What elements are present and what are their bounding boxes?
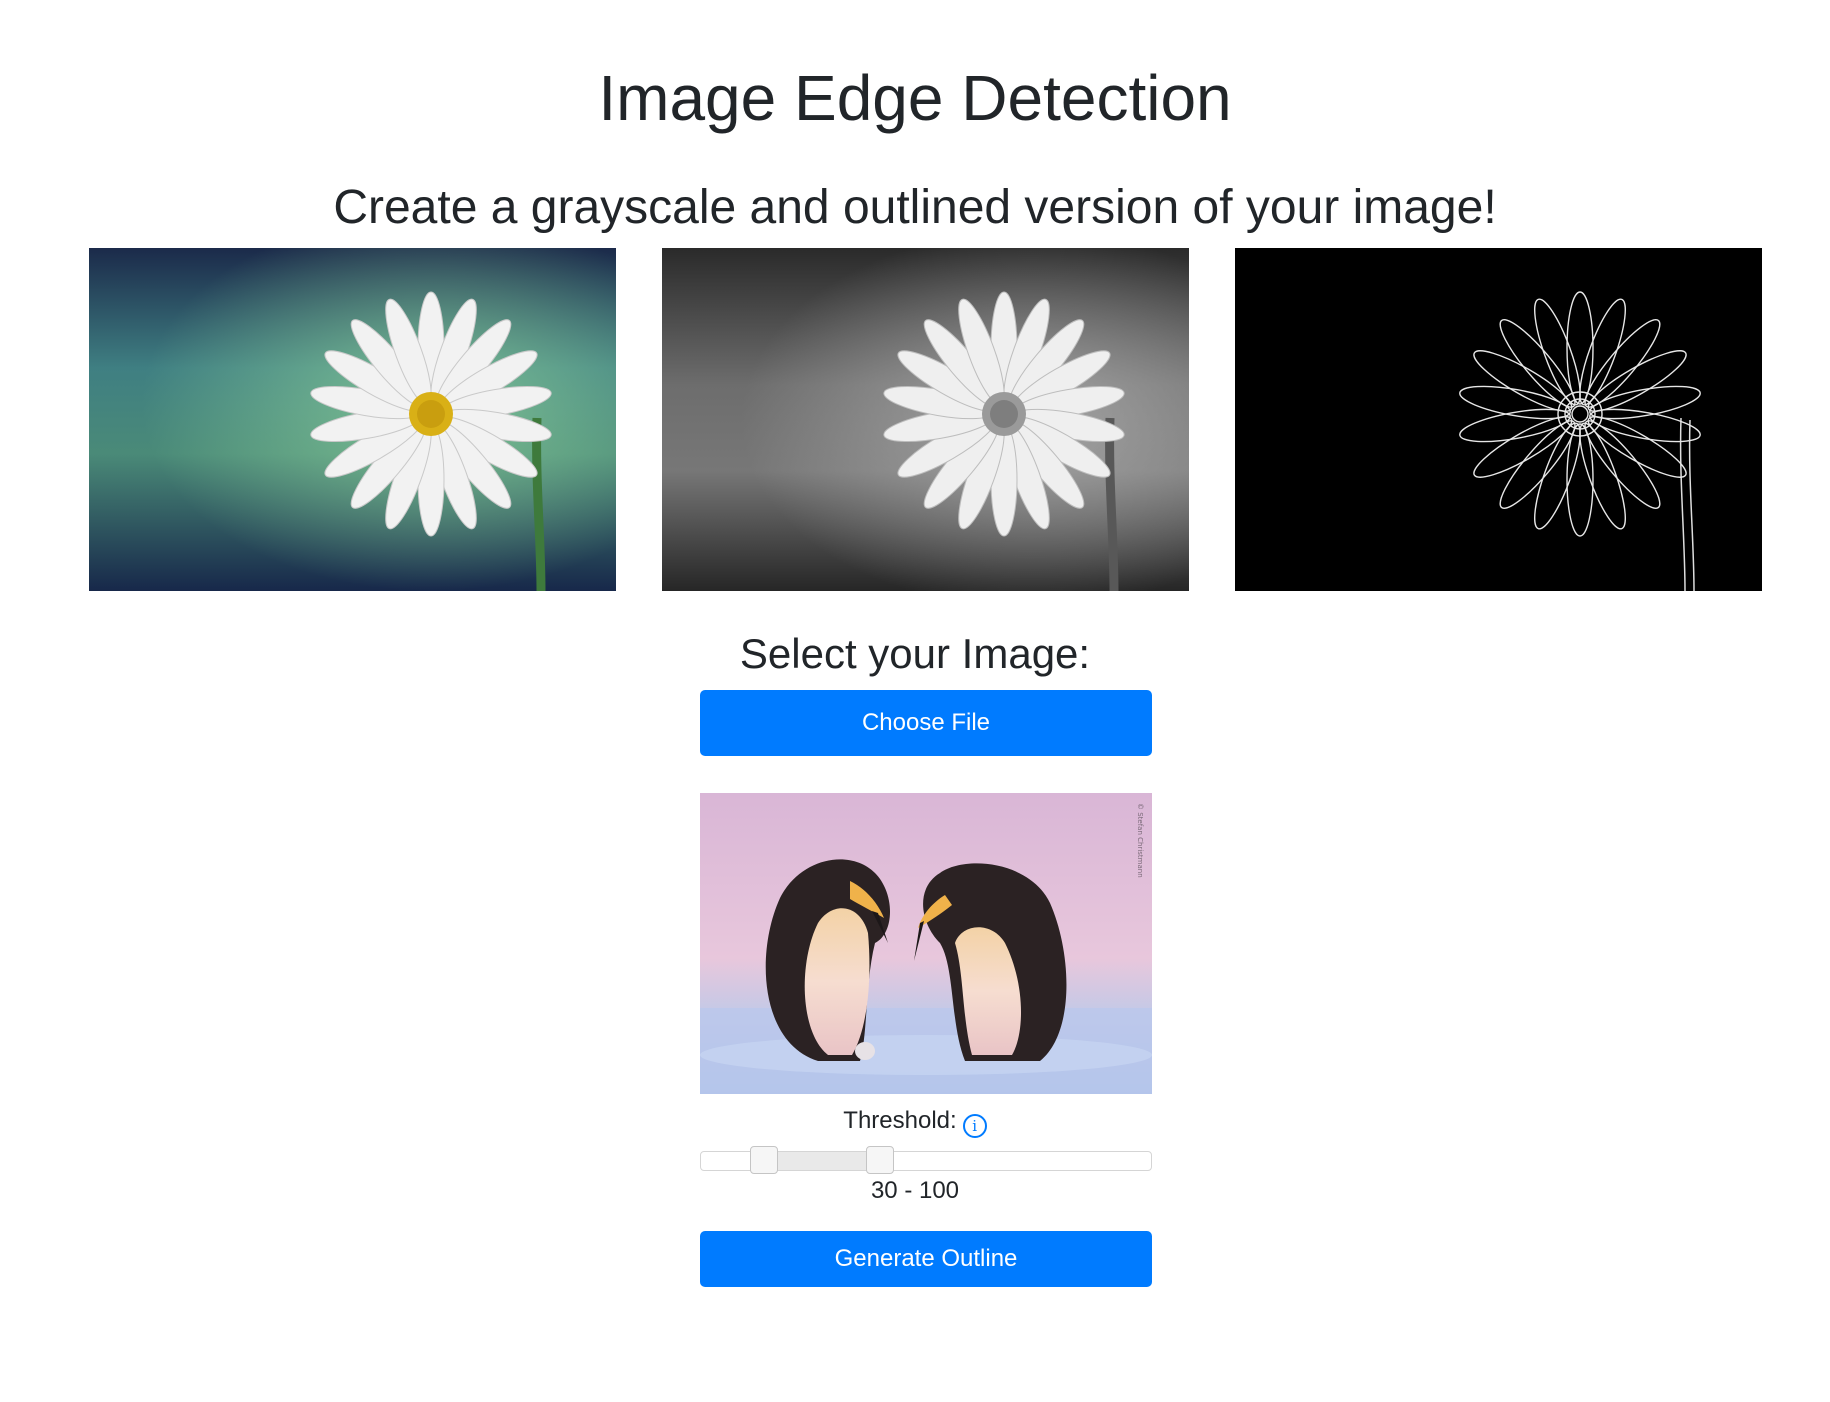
original-daisy-image [89, 248, 616, 591]
threshold-label-row: Threshold: i [0, 1104, 1830, 1138]
outline-daisy-image [1235, 248, 1762, 591]
slider-selected-range [763, 1152, 881, 1170]
info-icon[interactable]: i [962, 1114, 987, 1138]
threshold-value-display: 30 - 100 [870, 1177, 960, 1204]
slider-handle-high[interactable] [866, 1146, 895, 1174]
choose-file-button[interactable]: Choose File [700, 690, 1152, 756]
example-gallery [89, 248, 1762, 591]
slider-handle-low[interactable] [749, 1146, 778, 1174]
edge-detection-page: Image Edge Detection Create a grayscale … [0, 0, 1830, 1402]
grayscale-daisy-image [662, 248, 1189, 591]
generate-outline-button[interactable]: Generate Outline [700, 1231, 1152, 1287]
threshold-label: Threshold: [843, 1107, 957, 1134]
page-title: Image Edge Detection [598, 62, 1232, 134]
preview-watermark: © Stefan Christmann [1136, 803, 1144, 878]
page-subtitle: Create a grayscale and outlined version … [333, 181, 1497, 234]
uploaded-image-preview: © Stefan Christmann [700, 793, 1152, 1094]
select-image-heading: Select your Image: [739, 630, 1091, 677]
threshold-range-slider[interactable] [700, 1146, 1152, 1174]
